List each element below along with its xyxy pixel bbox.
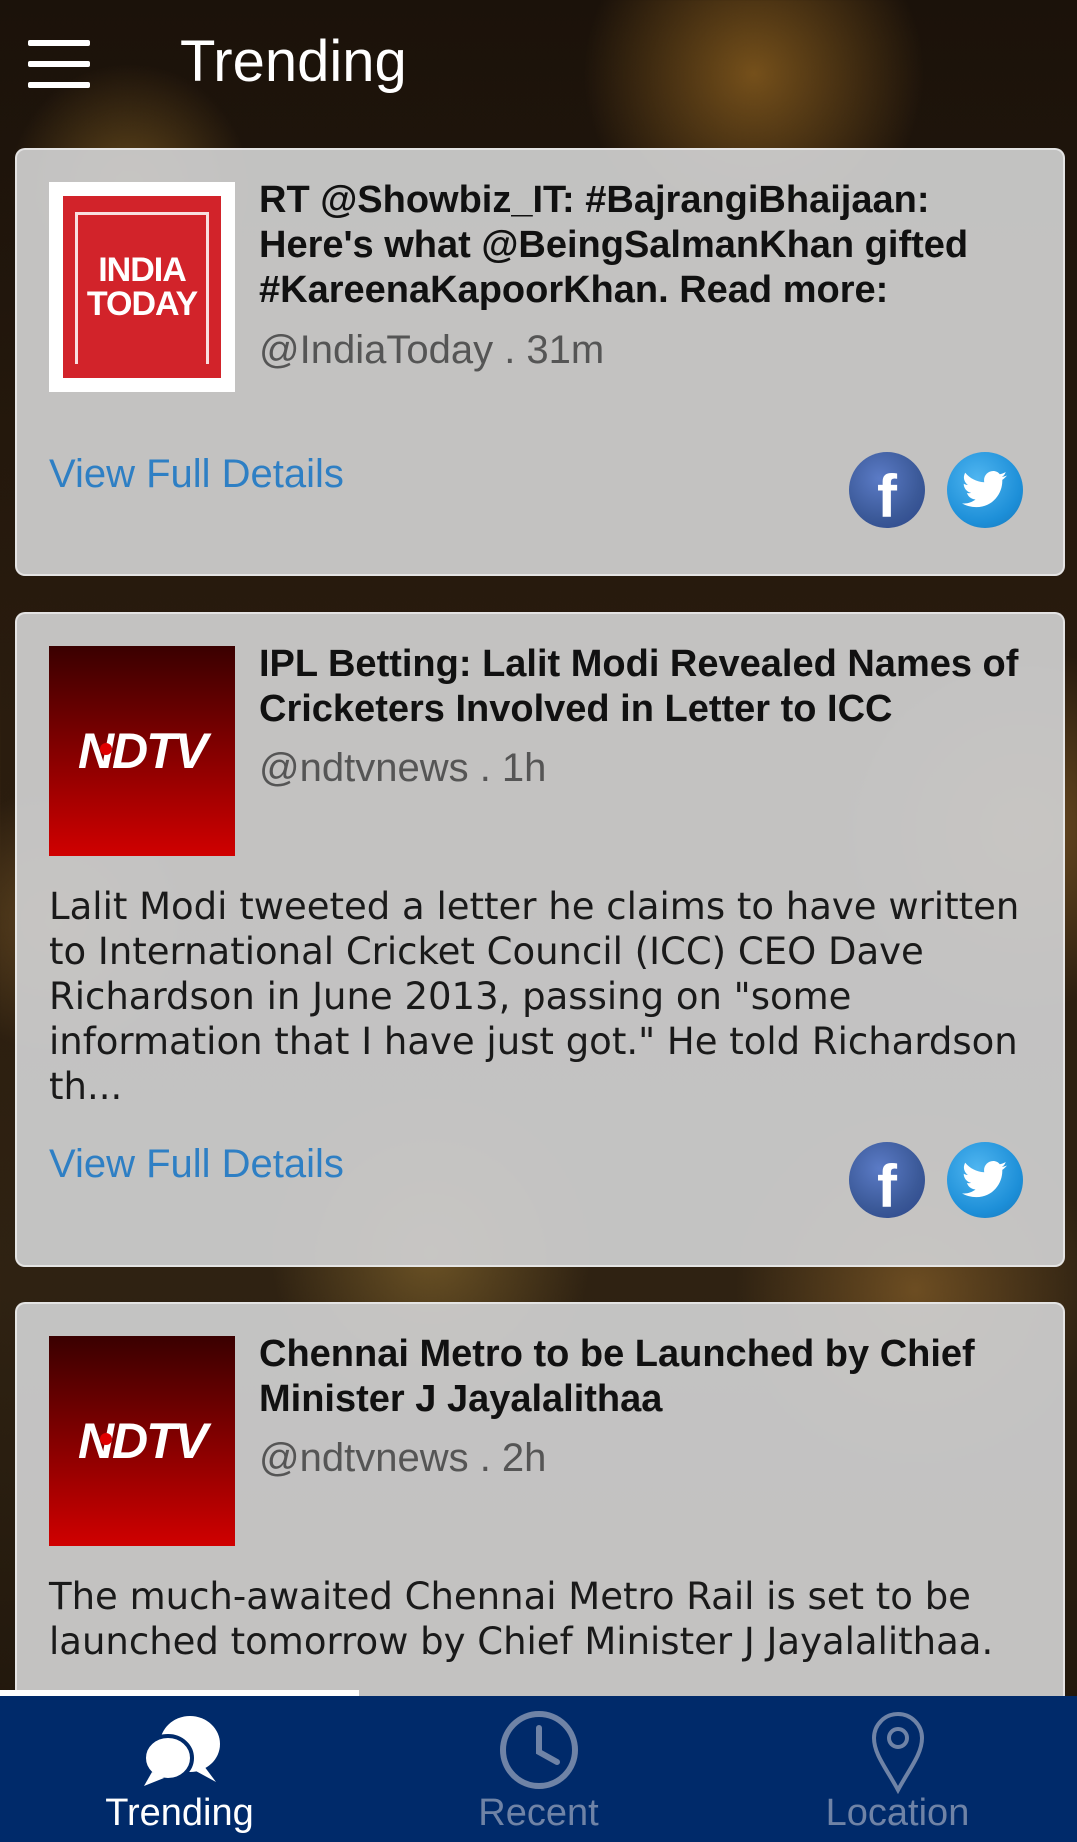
view-full-details-link[interactable]: View Full Details <box>49 1142 344 1187</box>
tab-recent[interactable]: Recent <box>359 1696 718 1842</box>
ndtv-logo: NDTV <box>49 1336 235 1546</box>
logo-text: INDIA TODAY <box>86 251 198 323</box>
twitter-icon[interactable] <box>947 1142 1023 1218</box>
ndtv-logo: NDTV <box>49 646 235 856</box>
news-source-time: @IndiaToday . 31m <box>259 328 605 372</box>
india-today-logo: INDIA TODAY <box>49 182 235 392</box>
tab-label: Trending <box>105 1792 254 1834</box>
bottom-tab-bar: Trending Recent Location <box>0 1690 1077 1842</box>
tab-location[interactable]: Location <box>718 1696 1077 1842</box>
chat-bubbles-icon <box>141 1716 220 1786</box>
clock-icon <box>499 1711 578 1789</box>
tab-label: Recent <box>478 1792 599 1834</box>
facebook-icon[interactable]: f <box>849 452 925 528</box>
news-headline[interactable]: RT @Showbiz_IT: #BajrangiBhaijaan: Here'… <box>259 178 1049 313</box>
news-card[interactable]: INDIA TODAY RT @Showbiz_IT: #BajrangiBha… <box>15 148 1065 576</box>
tab-label: Location <box>825 1792 970 1834</box>
news-source-time: @ndtvnews . 1h <box>259 746 547 790</box>
view-full-details-link[interactable]: View Full Details <box>49 452 344 497</box>
active-tab-indicator <box>0 1690 359 1696</box>
news-source-time: @ndtvnews . 2h <box>259 1436 547 1480</box>
news-card[interactable]: NDTV IPL Betting: Lalit Modi Revealed Na… <box>15 612 1065 1267</box>
news-summary: The much-awaited Chennai Metro Rail is s… <box>49 1575 994 1663</box>
news-summary: Lalit Modi tweeted a letter he claims to… <box>49 885 1020 1108</box>
logo-text: NDTV <box>77 1413 208 1469</box>
logo-text: NDTV <box>77 723 208 779</box>
news-feed: INDIA TODAY RT @Showbiz_IT: #BajrangiBha… <box>0 0 1077 1842</box>
map-pin-icon <box>871 1712 924 1794</box>
facebook-icon[interactable]: f <box>849 1142 925 1218</box>
twitter-icon[interactable] <box>947 452 1023 528</box>
tab-trending[interactable]: Trending <box>0 1690 359 1842</box>
news-headline[interactable]: Chennai Metro to be Launched by Chief Mi… <box>259 1332 1049 1422</box>
news-headline[interactable]: IPL Betting: Lalit Modi Revealed Names o… <box>259 642 1049 732</box>
